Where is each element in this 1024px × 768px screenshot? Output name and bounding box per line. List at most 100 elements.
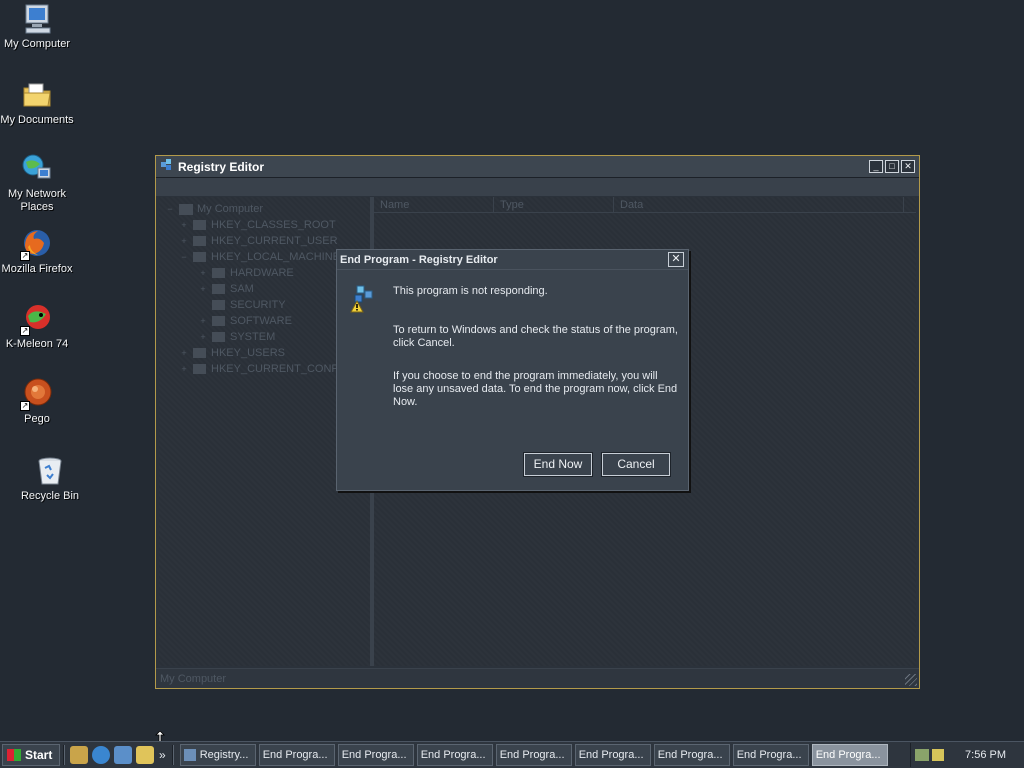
desktop-icon-k-meleon[interactable]: ↗ K-Meleon 74 [0,302,74,351]
clock[interactable]: 7:56 PM [965,749,1006,761]
tree-toggle[interactable]: + [179,236,189,246]
media-icon[interactable] [136,746,154,764]
minimize-button[interactable]: _ [869,160,883,173]
tree-item-label: HKEY_USERS [211,347,285,359]
tree-toggle[interactable]: + [179,348,189,358]
dialog-message-not-responding: This program is not responding. [393,285,548,297]
tree-item-security[interactable]: SECURITY [165,297,364,313]
taskbar-button-end-program[interactable]: End Progra... [337,744,414,766]
tree-toggle[interactable]: + [179,220,189,230]
tree-toggle[interactable]: + [198,284,208,294]
recycle-bin-icon [33,454,67,488]
dialog-title: End Program - Registry Editor [340,253,498,266]
registry-editor-titlebar[interactable]: Registry Editor _ □ ✕ [156,156,919,178]
window-title: Registry Editor [178,159,265,174]
folder-icon [193,348,206,358]
folder-icon [193,252,206,262]
computer-icon [179,203,193,215]
desktop-icon-pego[interactable]: ↗ Pego [0,377,74,426]
tree-toggle[interactable]: − [165,204,175,214]
taskbar-button-end-program[interactable]: End Progra... [495,744,572,766]
dialog-message-end-now-info: If you choose to end the program immedia… [393,370,678,408]
quick-launch-chevron[interactable]: » [159,748,166,762]
firefox-icon: ↗ [20,227,54,261]
tree-toggle[interactable]: + [179,364,189,374]
taskbar-button-end-program[interactable]: End Progra... [416,744,493,766]
shortcut-arrow-icon: ↗ [20,326,30,336]
tree-item-sam[interactable]: + SAM [165,281,364,297]
taskbar-button-end-program[interactable]: End Progra... [732,744,809,766]
dialog-close-button[interactable]: ✕ [668,252,684,267]
tree-item-hkcc[interactable]: + HKEY_CURRENT_CONFIG [165,361,364,377]
tree-toggle[interactable]: + [198,268,208,278]
desktop-icon-label: Pego [24,413,50,425]
tree-toggle[interactable]: + [198,332,208,342]
taskbar-button-end-program[interactable]: End Progra... [258,744,335,766]
desktop-icon-my-network-places[interactable]: My Network Places [0,152,74,214]
desktop-icon-my-computer[interactable]: My Computer [0,2,74,51]
tree-item-hardware[interactable]: + HARDWARE [165,265,364,281]
end-program-dialog[interactable]: End Program - Registry Editor ✕ This pro… [336,249,689,491]
menu-bar [156,178,919,196]
tree-item-software[interactable]: + SOFTWARE [165,313,364,329]
desktop-icon-label: My Network Places [7,188,67,213]
end-now-button[interactable]: End Now [523,452,593,477]
desktop-icon-my-documents[interactable]: My Documents [0,78,74,127]
taskbar-button-label: End Progra... [499,749,565,761]
column-header-name[interactable]: Name [374,197,494,212]
tree-item-label: HKEY_CLASSES_ROOT [211,219,336,231]
dialog-titlebar[interactable]: End Program - Registry Editor ✕ [337,250,688,270]
taskbar-button-label: End Progra... [262,749,328,761]
windows-flag-icon [7,749,21,761]
status-bar: My Computer [156,668,919,688]
computer-icon [20,2,54,36]
taskbar-button-label: End Progra... [420,749,486,761]
taskbar-button-end-program[interactable]: End Progra... [574,744,651,766]
k-meleon-icon: ↗ [20,302,54,336]
tree-item-label: HKEY_CURRENT_USER [211,235,338,247]
tree-item-hkcu[interactable]: + HKEY_CURRENT_USER [165,233,364,249]
desktop-icon-recycle-bin[interactable]: Recycle Bin [13,454,87,503]
desktop-icon-label: My Documents [0,114,74,126]
taskbar-button-end-program-active[interactable]: End Progra... [811,744,888,766]
desktop-icon-label: My Computer [3,38,71,50]
tree-item-label: HKEY_CURRENT_CONFIG [211,363,350,375]
close-button[interactable]: ✕ [901,160,915,173]
taskbar-button-registry[interactable]: Registry... [179,744,256,766]
column-header-data[interactable]: Data [614,197,904,212]
system-tray: 7:56 PM [910,743,1024,767]
folder-icon [212,268,225,278]
volume-tray-icon[interactable] [932,749,944,761]
tree-item-hkcr[interactable]: + HKEY_CLASSES_ROOT [165,217,364,233]
pego-icon: ↗ [20,377,54,411]
shortcut-arrow-icon: ↗ [20,251,30,261]
taskbar-button-label: End Progra... [815,749,881,761]
start-button[interactable]: Start [2,744,60,766]
tree-item-label: SYSTEM [230,331,276,343]
show-desktop-icon[interactable] [70,746,88,764]
taskbar-button-label: Registry... [199,749,249,761]
tree-toggle[interactable]: + [198,316,208,326]
tree-item-hku[interactable]: + HKEY_USERS [165,345,364,361]
registry-editor-icon [160,158,174,175]
taskbar-button-label: End Progra... [657,749,723,761]
network-tray-icon[interactable] [915,749,929,761]
folder-icon [193,220,206,230]
cancel-button[interactable]: Cancel [601,452,671,477]
start-label: Start [25,748,53,762]
column-header-type[interactable]: Type [494,197,614,212]
desktop-icon-mozilla-firefox[interactable]: ↗ Mozilla Firefox [0,227,74,276]
internet-explorer-icon[interactable] [92,746,110,764]
taskbar-button-label: End Progra... [341,749,407,761]
tree-item-system[interactable]: + SYSTEM [165,329,364,345]
resize-grip[interactable] [905,674,917,686]
taskbar-button-end-program[interactable]: End Progra... [653,744,730,766]
shortcut-arrow-icon: ↗ [20,401,30,411]
folder-icon [212,332,225,342]
tree-item-my-computer[interactable]: − My Computer [165,201,364,217]
maximize-button[interactable]: □ [885,160,899,173]
tree-toggle[interactable]: − [179,252,189,262]
outlook-express-icon[interactable] [114,746,132,764]
tree-item-hklm[interactable]: − HKEY_LOCAL_MACHINE [165,249,364,265]
tree-item-label: HKEY_LOCAL_MACHINE [211,251,340,263]
